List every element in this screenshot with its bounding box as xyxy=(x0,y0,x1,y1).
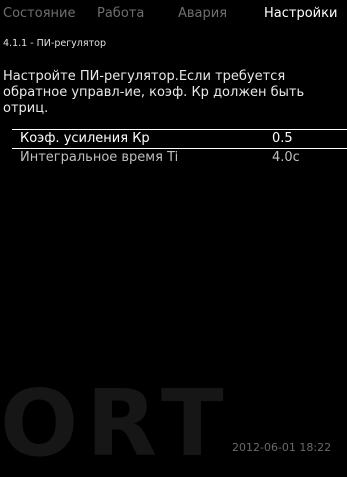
param-value-kp: 0.5 xyxy=(272,131,293,146)
tab-operation[interactable]: Работа xyxy=(97,6,144,21)
tab-status[interactable]: Состояние xyxy=(3,6,75,21)
timestamp: 2012-06-01 18:22 xyxy=(232,441,332,454)
tab-settings[interactable]: Настройки xyxy=(264,6,337,21)
tab-bar: Состояние Работа Авария Настройки xyxy=(0,0,347,24)
param-label-ti: Интегральное время Ti xyxy=(20,150,179,165)
page-title: 4.1.1 - ПИ-регулятор xyxy=(3,38,106,49)
description-text: Настройте ПИ-регулятор.Если требуется об… xyxy=(3,69,305,116)
param-value-ti: 4.0с xyxy=(272,150,300,165)
parameter-list: Коэф. усиления Кр 0.5 Интегральное время… xyxy=(12,129,347,169)
param-row-kp[interactable]: Коэф. усиления Кр 0.5 xyxy=(12,129,347,149)
watermark: ORT xyxy=(0,370,232,477)
param-row-ti[interactable]: Интегральное время Ti 4.0с xyxy=(12,149,347,169)
tab-alarm[interactable]: Авария xyxy=(178,6,227,21)
param-label-kp: Коэф. усиления Кр xyxy=(20,131,150,146)
